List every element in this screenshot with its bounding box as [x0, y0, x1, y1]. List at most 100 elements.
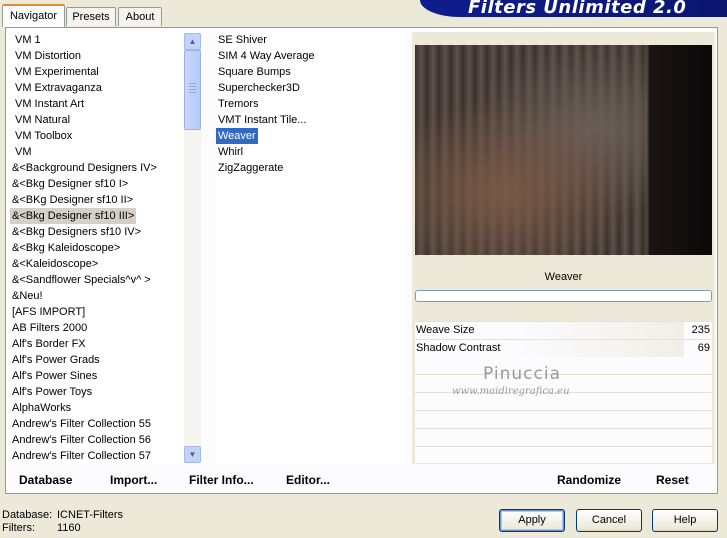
status-database-value: ICNET-Filters: [57, 509, 123, 521]
param-slider[interactable]: [513, 322, 684, 339]
category-item[interactable]: VM Experimental: [13, 64, 101, 80]
param-row[interactable]: Shadow Contrast 69: [415, 339, 712, 357]
category-item[interactable]: VM Distortion: [13, 48, 83, 64]
category-item[interactable]: Alf's Power Grads: [10, 352, 102, 368]
filter-item[interactable]: Whirl: [216, 144, 245, 160]
category-row[interactable]: VM Natural: [7, 112, 183, 128]
status-database-label: Database:: [2, 509, 53, 521]
filter-row[interactable]: Square Bumps: [216, 64, 406, 80]
category-scrollbar[interactable]: ▲ ▼: [184, 33, 201, 463]
category-row[interactable]: &<Kaleidoscope>: [7, 256, 183, 272]
category-row[interactable]: VM Experimental: [7, 64, 183, 80]
filter-item[interactable]: VMT Instant Tile...: [216, 112, 308, 128]
status-filters-label: Filters:: [2, 522, 35, 534]
category-row[interactable]: VM Instant Art: [7, 96, 183, 112]
editor-button[interactable]: Editor...: [286, 473, 330, 487]
tab-navigator[interactable]: Navigator: [2, 4, 65, 27]
category-item[interactable]: AlphaWorks: [10, 400, 73, 416]
category-item[interactable]: VM Extravaganza: [13, 80, 104, 96]
filter-row[interactable]: Whirl: [216, 144, 406, 160]
randomize-button[interactable]: Randomize: [557, 473, 621, 487]
category-row[interactable]: [AFS IMPORT]: [7, 304, 183, 320]
category-item[interactable]: [AFS IMPORT]: [10, 304, 87, 320]
filter-row[interactable]: SE Shiver: [216, 32, 406, 48]
tab-presets[interactable]: Presets: [66, 7, 116, 26]
category-row[interactable]: &<Bkg Designers sf10 IV>: [7, 224, 183, 240]
category-item[interactable]: &<Bkg Kaleidoscope>: [10, 240, 122, 256]
category-row[interactable]: AlphaWorks: [7, 400, 183, 416]
category-row[interactable]: Alf's Power Toys: [7, 384, 183, 400]
category-row[interactable]: Andrew's Filter Collection 55: [7, 416, 183, 432]
category-item[interactable]: &<Bkg Designer sf10 I>: [10, 176, 130, 192]
filter-item[interactable]: Superchecker3D: [216, 80, 302, 96]
filter-name-label: Weaver: [415, 267, 712, 287]
category-row[interactable]: Alf's Power Sines: [7, 368, 183, 384]
category-row[interactable]: VM 1: [7, 32, 183, 48]
scroll-thumb[interactable]: [184, 50, 201, 130]
param-row[interactable]: Weave Size 235: [415, 321, 712, 339]
category-item[interactable]: Alf's Power Sines: [10, 368, 99, 384]
import-button[interactable]: Import...: [110, 473, 157, 487]
scroll-down-button[interactable]: ▼: [184, 446, 201, 463]
category-row[interactable]: &<Bkg Kaleidoscope>: [7, 240, 183, 256]
filter-row[interactable]: Tremors: [216, 96, 406, 112]
category-item[interactable]: AB Filters 2000: [10, 320, 89, 336]
status-filters-value: 1160: [57, 522, 81, 534]
filter-item[interactable]: Weaver: [216, 128, 258, 144]
category-item[interactable]: Andrew's Filter Collection 57: [10, 448, 153, 464]
category-item[interactable]: Andrew's Filter Collection 55: [10, 416, 153, 432]
category-row[interactable]: &<Bkg Designer sf10 III>: [7, 208, 183, 224]
filter-row[interactable]: ZigZaggerate: [216, 160, 406, 176]
category-row[interactable]: AB Filters 2000: [7, 320, 183, 336]
scroll-up-button[interactable]: ▲: [184, 33, 201, 50]
category-list[interactable]: VM 1 VM Distortion VM Experimental VM Extra…: [7, 32, 183, 464]
category-row[interactable]: VM Distortion: [7, 48, 183, 64]
category-row[interactable]: Andrew's Filter Collection 57: [7, 448, 183, 464]
category-item[interactable]: &<BKg Designer sf10 II>: [10, 192, 135, 208]
cancel-button[interactable]: Cancel: [576, 509, 642, 532]
category-item[interactable]: Alf's Border FX: [10, 336, 88, 352]
category-item[interactable]: VM 1: [13, 32, 43, 48]
category-row[interactable]: VM Extravaganza: [7, 80, 183, 96]
category-item[interactable]: Alf's Power Toys: [10, 384, 94, 400]
category-row[interactable]: &<Background Designers IV>: [7, 160, 183, 176]
category-row[interactable]: Andrew's Filter Collection 56: [7, 432, 183, 448]
category-row[interactable]: &<Sandflower Specials^v^ >: [7, 272, 183, 288]
database-button[interactable]: Database: [19, 473, 72, 487]
category-item[interactable]: &<Kaleidoscope>: [10, 256, 100, 272]
reset-button[interactable]: Reset: [656, 473, 689, 487]
filter-item[interactable]: Tremors: [216, 96, 261, 112]
category-item[interactable]: Andrew's Filter Collection 56: [10, 432, 153, 448]
category-row[interactable]: VM Toolbox: [7, 128, 183, 144]
category-row[interactable]: VM: [7, 144, 183, 160]
category-item[interactable]: &<Sandflower Specials^v^ >: [10, 272, 153, 288]
category-row[interactable]: Alf's Border FX: [7, 336, 183, 352]
category-item[interactable]: &Neu!: [10, 288, 45, 304]
help-button[interactable]: Help: [652, 509, 718, 532]
filter-item[interactable]: SE Shiver: [216, 32, 269, 48]
filter-item[interactable]: Square Bumps: [216, 64, 293, 80]
filter-item[interactable]: SIM 4 Way Average: [216, 48, 317, 64]
filter-row[interactable]: Superchecker3D: [216, 80, 406, 96]
filter-row[interactable]: SIM 4 Way Average: [216, 48, 406, 64]
tab-about[interactable]: About: [118, 7, 162, 26]
category-item[interactable]: VM Instant Art: [13, 96, 86, 112]
category-item[interactable]: &<Background Designers IV>: [10, 160, 159, 176]
filter-row[interactable]: Weaver: [216, 128, 406, 144]
apply-button[interactable]: Apply: [499, 509, 565, 532]
filter-list[interactable]: SE Shiver SIM 4 Way Average Square Bumps Su…: [216, 32, 406, 464]
category-item[interactable]: VM: [13, 144, 34, 160]
param-slider[interactable]: [513, 340, 684, 357]
category-item[interactable]: VM Natural: [13, 112, 72, 128]
filter-item[interactable]: ZigZaggerate: [216, 160, 285, 176]
category-row[interactable]: Alf's Power Grads: [7, 352, 183, 368]
category-row[interactable]: &<Bkg Designer sf10 I>: [7, 176, 183, 192]
category-item[interactable]: &<Bkg Designers sf10 IV>: [10, 224, 143, 240]
category-item[interactable]: &<Bkg Designer sf10 III>: [10, 208, 137, 224]
category-row[interactable]: &Neu!: [7, 288, 183, 304]
category-row[interactable]: &<BKg Designer sf10 II>: [7, 192, 183, 208]
category-item[interactable]: VM Toolbox: [13, 128, 74, 144]
filter-info-button[interactable]: Filter Info...: [189, 473, 254, 487]
filter-row[interactable]: VMT Instant Tile...: [216, 112, 406, 128]
banner-title: Filters Unlimited 2.0: [468, 0, 687, 18]
